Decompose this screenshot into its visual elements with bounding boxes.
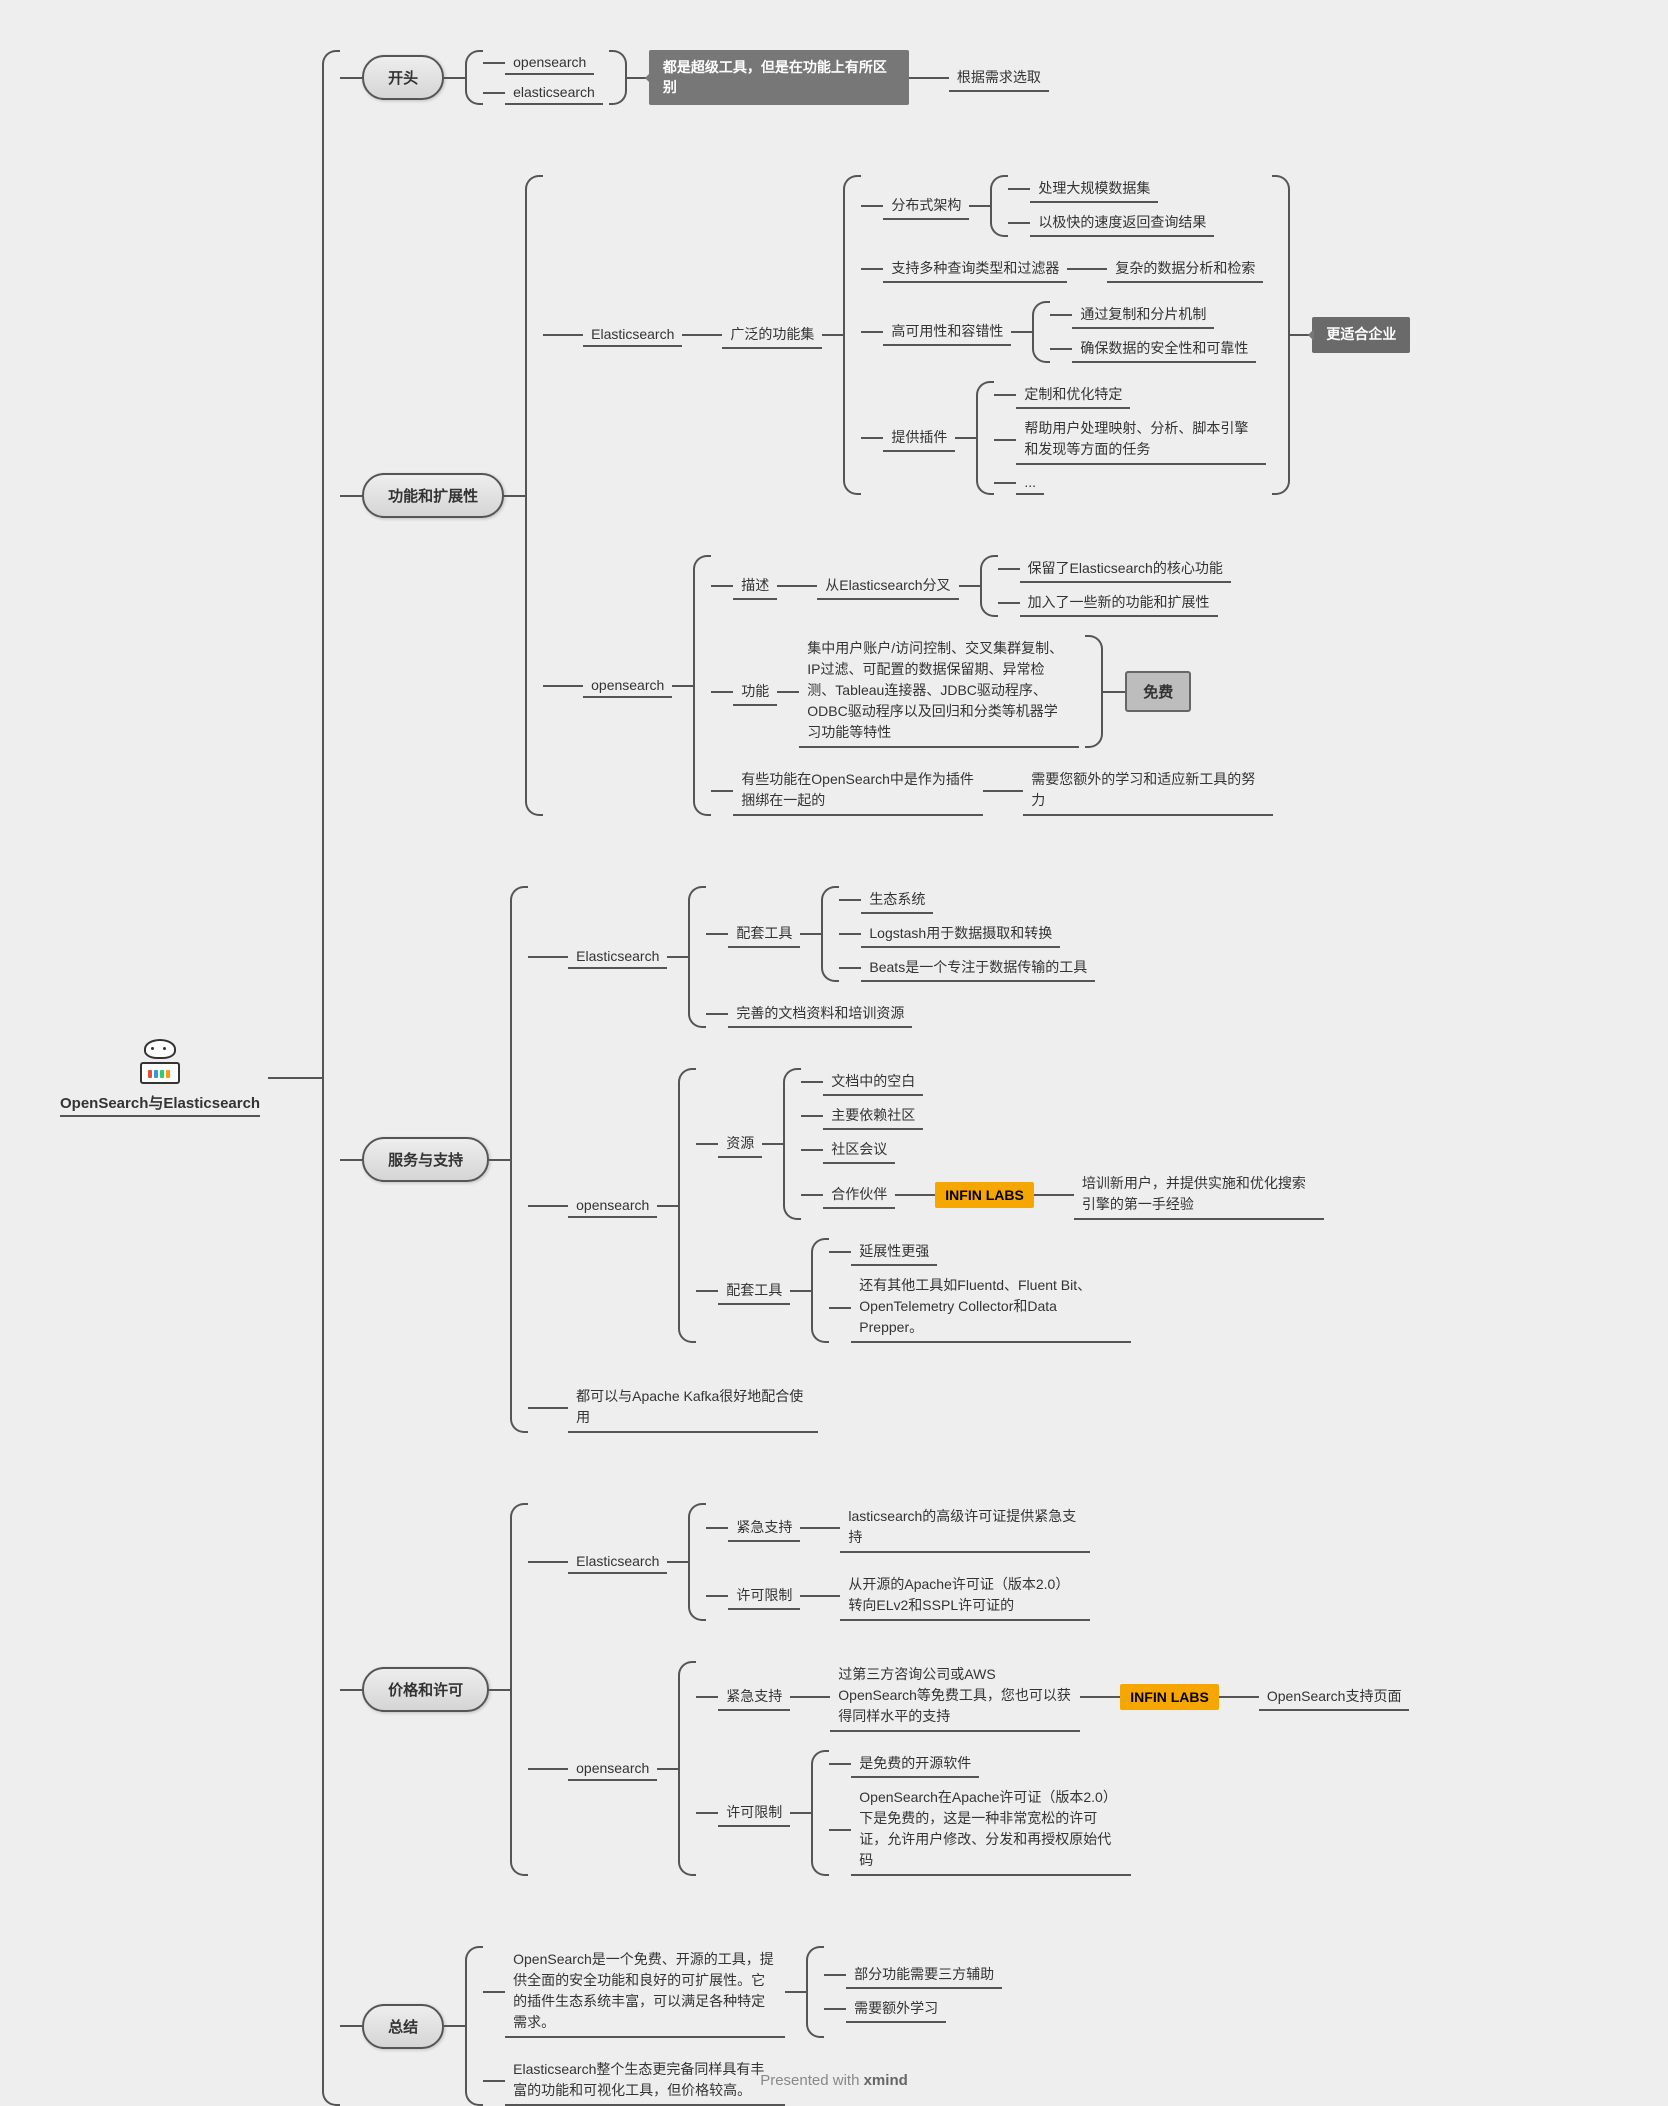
func-os-desc-a[interactable]: 保留了Elasticsearch的核心功能 bbox=[1020, 555, 1231, 583]
section-svc[interactable]: 服务与支持 bbox=[362, 1137, 489, 1182]
func-es-query-sub[interactable]: 复杂的数据分析和检索 bbox=[1107, 255, 1263, 283]
func-es-ha[interactable]: 高可用性和容错性 bbox=[883, 318, 1011, 346]
func-os-desc-b[interactable]: 加入了一些新的功能和扩展性 bbox=[1020, 589, 1218, 617]
svc-os[interactable]: opensearch bbox=[568, 1194, 657, 1218]
section-summary[interactable]: 总结 bbox=[362, 2004, 444, 2049]
sum-os-b[interactable]: 需要额外学习 bbox=[846, 1995, 946, 2023]
svc-es-tools-b[interactable]: Logstash用于数据摄取和转换 bbox=[861, 920, 1060, 948]
price-es-lic[interactable]: 许可限制 bbox=[728, 1582, 800, 1610]
svc-os-infinlabs[interactable]: INFIN LABS bbox=[935, 1182, 1034, 1208]
func-os-func-detail[interactable]: 集中用户账户/访问控制、交叉集群复制、IP过滤、可配置的数据保留期、异常检测、T… bbox=[799, 635, 1079, 748]
section-intro[interactable]: 开头 bbox=[362, 55, 444, 100]
func-os-desc[interactable]: 描述 bbox=[733, 572, 777, 600]
svc-es-tools-a[interactable]: 生态系统 bbox=[861, 886, 933, 914]
func-es-plugin-c[interactable]: ... bbox=[1016, 471, 1044, 495]
svc-os-hl-note[interactable]: 培训新用户，并提供实施和优化搜索引擎的第一手经验 bbox=[1074, 1170, 1324, 1220]
footer-brand: xmind bbox=[864, 2072, 908, 2089]
func-es-arch[interactable]: 分布式架构 bbox=[883, 192, 969, 220]
intro-note[interactable]: 根据需求选取 bbox=[949, 64, 1049, 92]
section-func[interactable]: 功能和扩展性 bbox=[362, 473, 504, 518]
price-os-lic-a[interactable]: 是免费的开源软件 bbox=[851, 1750, 979, 1778]
section-price[interactable]: 价格和许可 bbox=[362, 1667, 489, 1712]
svc-os-res-b[interactable]: 主要依赖社区 bbox=[823, 1102, 923, 1130]
intro-opensearch[interactable]: opensearch bbox=[505, 51, 594, 75]
func-es-ha-a[interactable]: 通过复制和分片机制 bbox=[1072, 301, 1214, 329]
root-node[interactable]: OpenSearch与Elasticsearch bbox=[60, 1039, 260, 1117]
price-es-support[interactable]: 紧急支持 bbox=[728, 1514, 800, 1542]
func-os[interactable]: opensearch bbox=[583, 674, 672, 698]
svc-os-tools-a[interactable]: 延展性更强 bbox=[851, 1238, 937, 1266]
svc-os-res-d[interactable]: 合作伙伴 bbox=[823, 1181, 895, 1209]
price-os-support[interactable]: 紧急支持 bbox=[718, 1683, 790, 1711]
price-es[interactable]: Elasticsearch bbox=[568, 1550, 667, 1574]
price-es-support-a[interactable]: lasticsearch的高级许可证提供紧急支持 bbox=[840, 1503, 1090, 1553]
func-os-bundle[interactable]: 有些功能在OpenSearch中是作为插件捆绑在一起的 bbox=[733, 766, 983, 816]
root-title: OpenSearch与Elasticsearch bbox=[60, 1092, 260, 1117]
func-es[interactable]: Elasticsearch bbox=[583, 323, 682, 347]
svc-es-docs[interactable]: 完善的文档资料和培训资源 bbox=[728, 1000, 912, 1028]
func-es-arch-a[interactable]: 处理大规模数据集 bbox=[1030, 175, 1158, 203]
svc-os-res-c[interactable]: 社区会议 bbox=[823, 1136, 895, 1164]
svc-kafka[interactable]: 都可以与Apache Kafka很好地配合使用 bbox=[568, 1383, 818, 1433]
func-os-desc-from[interactable]: 从Elasticsearch分叉 bbox=[817, 572, 958, 600]
footer: Presented with xmind bbox=[0, 2072, 1668, 2089]
func-es-plugin-b[interactable]: 帮助用户处理映射、分析、脚本引擎和发现等方面的任务 bbox=[1016, 415, 1266, 465]
func-os-bundle-note[interactable]: 需要您额外的学习和适应新工具的努力 bbox=[1023, 766, 1273, 816]
price-os-hl-sub[interactable]: OpenSearch支持页面 bbox=[1259, 1683, 1410, 1711]
price-os-lic-b[interactable]: OpenSearch在Apache许可证（版本2.0）下是免费的，这是一种非常宽… bbox=[851, 1784, 1131, 1876]
price-es-lic-a[interactable]: 从开源的Apache许可证（版本2.0）转向ELv2和SSPL许可证的 bbox=[840, 1571, 1090, 1621]
func-es-featset[interactable]: 广泛的功能集 bbox=[722, 321, 822, 349]
svc-os-tools[interactable]: 配套工具 bbox=[718, 1277, 790, 1305]
intro-elasticsearch[interactable]: elasticsearch bbox=[505, 81, 603, 105]
svc-es[interactable]: Elasticsearch bbox=[568, 945, 667, 969]
svc-os-tools-b[interactable]: 还有其他工具如Fluentd、Fluent Bit、OpenTelemetry … bbox=[851, 1272, 1131, 1343]
person-laptop-icon bbox=[135, 1039, 185, 1084]
price-os-support-a[interactable]: 过第三方咨询公司或AWS OpenSearch等免费工具，您也可以获得同样水平的… bbox=[830, 1661, 1080, 1732]
func-es-plugin-a[interactable]: 定制和优化特定 bbox=[1016, 381, 1130, 409]
func-es-plugin[interactable]: 提供插件 bbox=[883, 424, 955, 452]
svc-es-tools[interactable]: 配套工具 bbox=[728, 920, 800, 948]
func-os-func[interactable]: 功能 bbox=[733, 678, 777, 706]
func-es-query[interactable]: 支持多种查询类型和过滤器 bbox=[883, 255, 1067, 283]
footer-pre: Presented with bbox=[760, 2072, 863, 2089]
svc-es-tools-c[interactable]: Beats是一个专注于数据传输的工具 bbox=[861, 954, 1095, 982]
price-os-lic[interactable]: 许可限制 bbox=[718, 1799, 790, 1827]
func-es-ent-callout: 更适合企业 bbox=[1312, 317, 1410, 353]
price-os-infinlabs[interactable]: INFIN LABS bbox=[1120, 1684, 1219, 1710]
func-os-free-badge: 免费 bbox=[1125, 671, 1191, 712]
svc-os-res[interactable]: 资源 bbox=[718, 1130, 762, 1158]
intro-callout: 都是超级工具，但是在功能上有所区别 bbox=[649, 50, 909, 105]
sum-os[interactable]: OpenSearch是一个免费、开源的工具，提供全面的安全功能和良好的可扩展性。… bbox=[505, 1946, 785, 2038]
func-es-ha-b[interactable]: 确保数据的安全性和可靠性 bbox=[1072, 335, 1256, 363]
func-es-arch-b[interactable]: 以极快的速度返回查询结果 bbox=[1030, 209, 1214, 237]
svc-os-res-a[interactable]: 文档中的空白 bbox=[823, 1068, 923, 1096]
price-os[interactable]: opensearch bbox=[568, 1757, 657, 1781]
sum-os-a[interactable]: 部分功能需要三方辅助 bbox=[846, 1961, 1002, 1989]
